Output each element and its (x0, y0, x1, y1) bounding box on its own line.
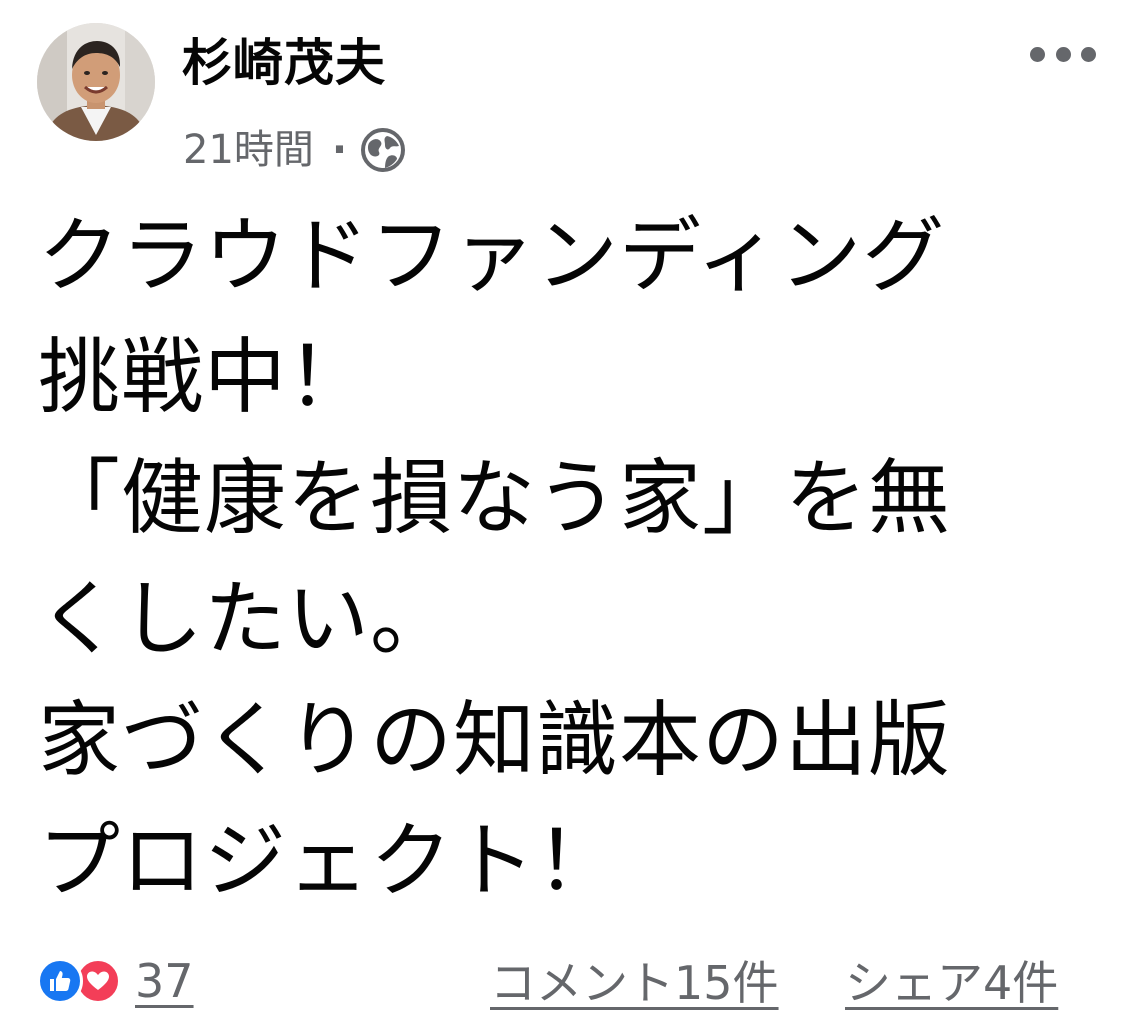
globe-icon[interactable] (359, 126, 407, 174)
post-timestamp[interactable]: 21時間 (183, 130, 314, 170)
post-body-line: 「健康を損なう家」を無 (38, 451, 952, 546)
more-options-icon[interactable] (1030, 36, 1096, 72)
post-meta: 21時間 · (183, 123, 407, 177)
avatar-photo (37, 23, 155, 141)
more-dot (1081, 46, 1096, 62)
avatar[interactable] (37, 23, 155, 141)
post-body-line: プロジェクト！ (38, 814, 620, 909)
author-name[interactable]: 杉崎茂夫 (182, 38, 386, 88)
facebook-post: 杉崎茂夫 21時間 · クラウドファンディング 挑戦中！ 「健康を損なう家」を無… (0, 0, 1125, 1036)
post-body-line: 挑戦中！ (38, 330, 371, 425)
meta-separator: · (331, 127, 348, 173)
post-body-line: くしたい。 (38, 572, 454, 667)
post-body-line: クラウドファンディング (38, 209, 946, 304)
like-icon (37, 958, 83, 1004)
comments-count-link[interactable]: コメント15件 (490, 958, 779, 1009)
reaction-count[interactable]: 37 (135, 958, 194, 1004)
post-body-line: 家づくりの知識本の出版 (38, 693, 952, 788)
reactions-summary[interactable]: 37 (37, 958, 194, 1004)
post-footer: 37 コメント15件 シェア4件 (0, 950, 1125, 1020)
shares-count-link[interactable]: シェア4件 (845, 958, 1058, 1009)
more-dot (1055, 46, 1071, 62)
post-body: クラウドファンディング 挑戦中！ 「健康を損なう家」を無 くしたい。 家づくりの… (38, 196, 1098, 922)
more-dot (1030, 46, 1045, 62)
